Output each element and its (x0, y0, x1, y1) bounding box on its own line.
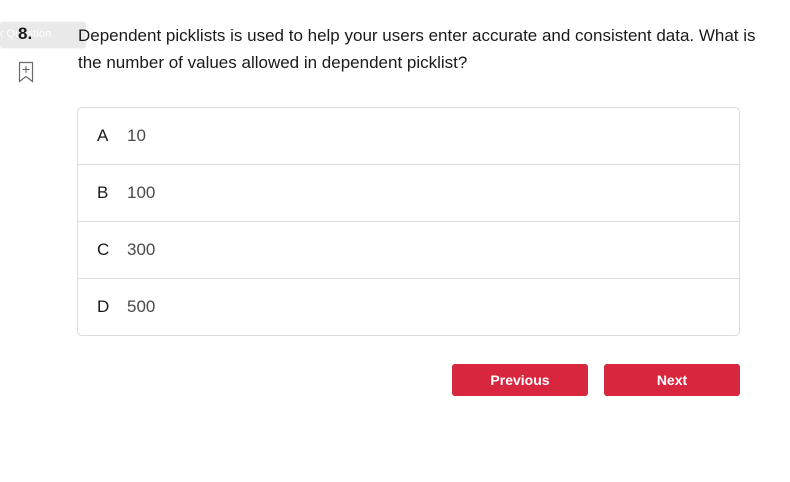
option-letter: A (97, 126, 109, 145)
option-text: 300 (127, 240, 156, 259)
option-text: 10 (127, 126, 146, 145)
option-text: 100 (127, 183, 156, 202)
option-letter: D (97, 297, 110, 316)
question-text: Dependent picklists is used to help your… (78, 26, 756, 72)
mark-question-tooltip: rk Question (0, 22, 86, 48)
option-c[interactable]: C 300 (78, 221, 739, 278)
bookmark-add-icon[interactable] (18, 61, 34, 83)
previous-button[interactable]: Previous (452, 364, 588, 396)
option-text: 500 (127, 297, 156, 316)
option-d[interactable]: D 500 (78, 278, 739, 335)
option-letter: C (97, 240, 110, 259)
option-a[interactable]: A 10 (78, 108, 739, 164)
next-button[interactable]: Next (604, 364, 740, 396)
option-b[interactable]: B 100 (78, 164, 739, 221)
option-letter: B (97, 183, 109, 202)
question-number: 8. (18, 24, 33, 43)
answer-options: A 10 B 100 C 300 D 500 (77, 107, 740, 336)
